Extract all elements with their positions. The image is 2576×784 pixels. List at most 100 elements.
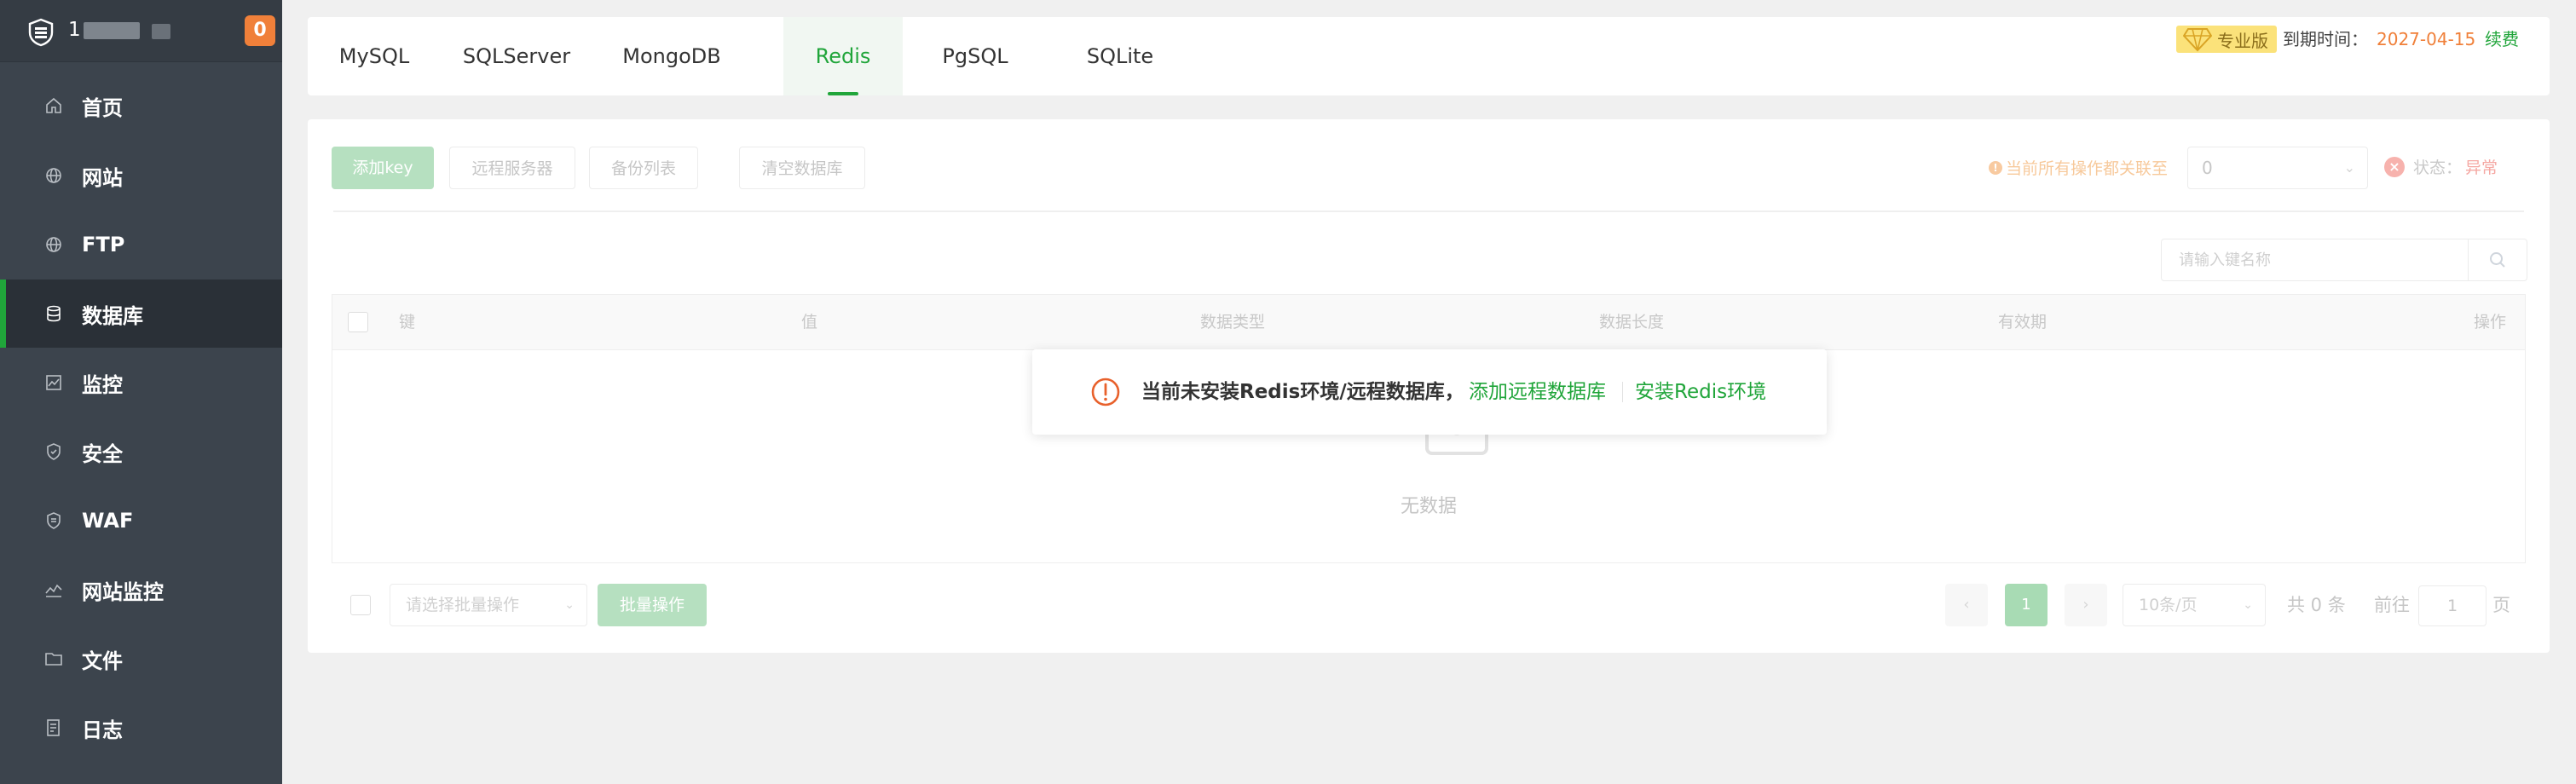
status-value: 异常 bbox=[2465, 159, 2498, 177]
database-icon bbox=[44, 304, 63, 323]
search-icon bbox=[2490, 252, 2505, 268]
sidebar-item-website[interactable]: 网站 bbox=[0, 141, 282, 210]
clear-database-button[interactable]: 清空数据库 bbox=[739, 147, 865, 189]
chevron-down-icon: ⌄ bbox=[564, 598, 575, 612]
expire-label: 到期时间： bbox=[2283, 29, 2368, 49]
chevron-down-icon: ⌄ bbox=[2343, 159, 2355, 176]
sidebar-item-label: FTP bbox=[82, 233, 125, 257]
tab-mysql[interactable]: MySQL bbox=[308, 17, 441, 95]
page-number-current[interactable]: 1 bbox=[2005, 584, 2048, 626]
edition-label: 专业版 bbox=[2217, 30, 2268, 51]
page-size-select[interactable]: 10条/页 ⌄ bbox=[2123, 584, 2266, 626]
sidebar-item-monitor[interactable]: 监控 bbox=[0, 349, 282, 417]
batch-operation-select[interactable]: 请选择批量操作 ⌄ bbox=[390, 584, 587, 626]
log-icon bbox=[44, 718, 63, 737]
chevron-left-icon: ‹ bbox=[1963, 596, 1970, 614]
sidebar-item-label: 文件 bbox=[82, 649, 123, 673]
chevron-down-icon: ⌄ bbox=[2243, 598, 2253, 612]
pro-edition: 专业版 bbox=[2176, 22, 2277, 56]
goto-page-input[interactable]: 1 bbox=[2418, 585, 2486, 626]
batch-operation-placeholder: 请选择批量操作 bbox=[406, 596, 520, 614]
sidebar-item-home[interactable]: 首页 bbox=[0, 72, 282, 140]
remote-server-button[interactable]: 远程服务器 bbox=[449, 147, 575, 189]
tab-sqlite[interactable]: SQLite bbox=[1048, 17, 1193, 95]
expire-date: 2027-04-15 bbox=[2377, 29, 2476, 49]
sidebar-item-label: WAF bbox=[82, 509, 134, 533]
goto-prefix: 前往 bbox=[2374, 595, 2410, 615]
sidebar-item-database[interactable]: 数据库 bbox=[0, 280, 282, 348]
sidebar-item-label: 监控 bbox=[82, 372, 123, 397]
folder-icon bbox=[44, 649, 63, 668]
add-remote-database-link[interactable]: 添加远程数据库 bbox=[1469, 349, 1606, 435]
tab-redis[interactable]: Redis bbox=[783, 17, 903, 95]
next-page-button[interactable]: › bbox=[2065, 584, 2107, 626]
column-actions: 操作 bbox=[2474, 313, 2507, 331]
column-data-type: 数据类型 bbox=[1200, 313, 1266, 331]
home-icon bbox=[44, 96, 63, 115]
sidebar-item-logs[interactable]: 日志 bbox=[0, 694, 282, 762]
error-icon: × bbox=[2384, 157, 2405, 177]
sidebar-item-label: 首页 bbox=[82, 95, 123, 120]
monitor-chart-icon bbox=[44, 373, 63, 392]
key-search bbox=[2161, 239, 2527, 281]
sidebar-item-label: 数据库 bbox=[82, 303, 143, 328]
sidebar-item-label: 安全 bbox=[82, 441, 123, 466]
server-name: 1 bbox=[68, 19, 81, 41]
pro-badge[interactable]: 专业版 bbox=[2176, 26, 2277, 53]
empty-text: 无数据 bbox=[1400, 496, 1457, 517]
sidebar-item-files[interactable]: 文件 bbox=[0, 625, 282, 693]
footer-select-all-checkbox[interactable] bbox=[350, 595, 371, 615]
renew-link[interactable]: 续费 bbox=[2485, 22, 2519, 56]
server-logo-icon bbox=[28, 18, 54, 47]
sidebar-item-label: 日志 bbox=[82, 718, 123, 742]
column-key: 键 bbox=[399, 313, 416, 331]
chevron-right-icon: › bbox=[2082, 596, 2089, 614]
column-data-length: 数据长度 bbox=[1599, 313, 1665, 331]
database-select-value: 0 bbox=[2202, 158, 2213, 178]
sidebar-item-label: 网站监控 bbox=[82, 579, 164, 604]
sidebar-item-site-monitor[interactable]: 网站监控 bbox=[0, 556, 282, 624]
batch-operation-button[interactable]: 批量操作 bbox=[598, 584, 707, 626]
masked-ip-suffix bbox=[152, 24, 170, 39]
status-label: 状态： bbox=[2413, 159, 2463, 177]
warning-circle-icon bbox=[1091, 378, 1120, 406]
redis-not-installed-message: 当前未安装Redis环境/远程数据库， 添加远程数据库 安装Redis环境 bbox=[1032, 349, 1827, 435]
sidebar-item-waf[interactable]: WAF bbox=[0, 487, 282, 555]
sidebar-item-label: 网站 bbox=[82, 165, 123, 190]
prev-page-button[interactable]: ‹ bbox=[1945, 584, 1988, 626]
tab-pgsql[interactable]: PgSQL bbox=[903, 17, 1048, 95]
select-all-checkbox[interactable] bbox=[348, 312, 368, 332]
add-key-button[interactable]: 添加key bbox=[332, 147, 434, 189]
tab-sqlserver[interactable]: SQLServer bbox=[441, 17, 592, 95]
message-text: 当前未安装Redis环境/远程数据库， bbox=[1141, 381, 1464, 403]
diamond-icon bbox=[2183, 28, 2212, 52]
message-separator bbox=[1622, 382, 1623, 402]
toolbar-divider bbox=[333, 210, 2524, 212]
sidebar-item-security[interactable]: 安全 bbox=[0, 418, 282, 486]
sidebar-item-ftp[interactable]: FTP bbox=[0, 210, 282, 279]
database-select[interactable]: 0 ⌄ bbox=[2187, 147, 2368, 189]
relation-tip: ! 当前所有操作都关联至 bbox=[1989, 156, 2168, 179]
info-icon: ! bbox=[1989, 160, 2002, 175]
column-value: 值 bbox=[801, 313, 818, 331]
search-input[interactable] bbox=[2162, 239, 2469, 280]
sidebar: 1 0 首页 网站 FTP 数据库 监控 安全 WAF 网站监控 文件 日志 bbox=[0, 0, 282, 784]
goto-suffix: 页 bbox=[2492, 595, 2510, 615]
shield-icon bbox=[44, 442, 63, 461]
tab-mongodb[interactable]: MongoDB bbox=[592, 17, 751, 95]
notification-badge[interactable]: 0 bbox=[245, 15, 275, 46]
sidebar-header: 1 0 bbox=[0, 0, 282, 62]
column-ttl: 有效期 bbox=[1998, 313, 2048, 331]
masked-ip bbox=[84, 22, 140, 39]
globe-icon bbox=[44, 166, 63, 185]
line-chart-icon bbox=[44, 580, 63, 599]
install-redis-link[interactable]: 安装Redis环境 bbox=[1635, 349, 1766, 435]
table-header: 键 值 数据类型 数据长度 有效期 操作 bbox=[332, 295, 2525, 350]
globe-icon bbox=[44, 235, 63, 254]
backup-list-button[interactable]: 备份列表 bbox=[589, 147, 698, 189]
page-size-value: 10条/页 bbox=[2139, 596, 2198, 614]
search-button[interactable] bbox=[2468, 239, 2527, 280]
waf-shield-icon bbox=[44, 511, 63, 530]
total-count: 共 0 条 bbox=[2287, 595, 2346, 615]
relation-tip-text: 当前所有操作都关联至 bbox=[2006, 159, 2169, 178]
